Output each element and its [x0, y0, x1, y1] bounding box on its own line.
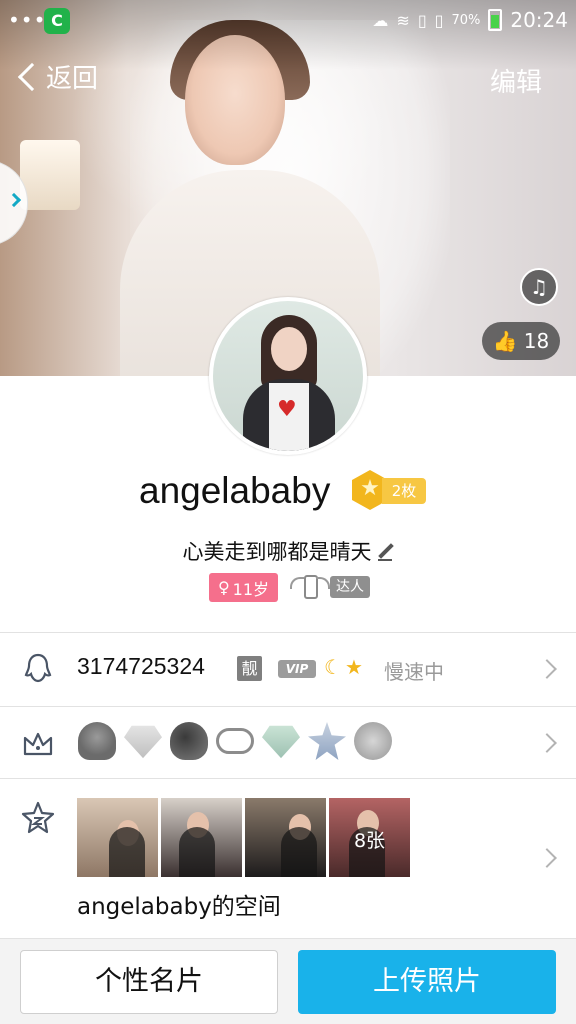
winged-phone-icon	[290, 571, 330, 603]
age-text: 11岁	[232, 579, 270, 599]
wing-left	[290, 577, 304, 589]
notification-dots-icon: •••	[8, 8, 47, 32]
music-button[interactable]: ♫	[520, 268, 558, 306]
photo-thumbnail[interactable]	[161, 798, 242, 877]
heart-icon: ♥	[277, 397, 297, 422]
medal-count[interactable]: 2枚	[382, 478, 426, 504]
music-note-icon: ♫	[530, 275, 548, 299]
vip-badge: VIP	[278, 660, 316, 678]
black-penguin-icon	[170, 722, 208, 760]
speed-status: 慢速中	[384, 660, 444, 684]
chevron-right-icon	[6, 192, 22, 208]
chevron-right-icon[interactable]	[537, 659, 557, 679]
age-badge: ♀ 11岁	[209, 573, 278, 602]
back-label: 返回	[46, 64, 99, 94]
qq-number: 3174725324	[77, 653, 205, 679]
diamond-icon	[124, 725, 162, 759]
photo-thumbnail[interactable]	[245, 798, 326, 877]
chevron-left-icon	[17, 62, 47, 91]
like-button[interactable]: 👍 18	[482, 322, 560, 360]
sim2-icon: ▯	[434, 10, 444, 30]
signature[interactable]: 心美走到哪都是晴天	[0, 536, 576, 566]
battery-icon	[488, 9, 503, 31]
divider	[0, 778, 576, 779]
photo-person	[179, 827, 215, 877]
cloud-icon	[216, 728, 254, 754]
lightning-icon	[354, 722, 392, 760]
gender-icon: ♀	[217, 578, 230, 597]
upload-photo-button[interactable]: 上传照片	[298, 950, 556, 1014]
penguin-icon	[20, 651, 56, 687]
chevron-right-icon[interactable]	[537, 848, 557, 868]
talent-badge[interactable]: 达人	[290, 571, 370, 603]
green-diamond-icon	[262, 725, 300, 759]
battery-percent: 70%	[451, 12, 481, 28]
status-bar: ••• C ☁ ≋ ▯ ▯ 70% 20:24	[0, 0, 576, 40]
pencil-icon	[377, 544, 394, 561]
avatar[interactable]: ♥	[209, 297, 367, 455]
liang-badge: 靓	[237, 656, 262, 681]
sim1-icon: ▯	[417, 10, 427, 30]
thumbs-up-icon: 👍	[492, 329, 518, 353]
weather-icon: ☁	[372, 10, 389, 30]
star-space-icon	[20, 800, 56, 836]
back-button[interactable]: 返回	[14, 58, 98, 95]
profile-card-button[interactable]: 个性名片	[20, 950, 278, 1014]
photo-strip[interactable]: 8张	[77, 798, 410, 877]
photo-thumbnail[interactable]: 8张	[329, 798, 410, 877]
chevron-right-icon[interactable]	[537, 733, 557, 753]
talent-tag: 达人	[330, 576, 370, 598]
avatar-face	[271, 327, 307, 371]
service-icons[interactable]	[78, 722, 392, 760]
star-icon: ★	[345, 655, 363, 679]
username: angelababy	[139, 470, 331, 511]
cover-lamp	[20, 140, 80, 210]
photo-person	[281, 827, 317, 877]
signature-text: 心美走到哪都是晴天	[182, 540, 372, 564]
wifi-icon: ≋	[396, 10, 410, 30]
app-notification-icon: C	[44, 8, 70, 34]
wing-right	[316, 577, 330, 589]
photo-thumbnail[interactable]	[77, 798, 158, 877]
penguin-badge-icon	[78, 722, 116, 760]
like-count: 18	[523, 329, 550, 353]
crown-icon	[20, 726, 56, 762]
divider	[0, 706, 576, 707]
status-right: ☁ ≋ ▯ ▯ 70% 20:24	[372, 8, 568, 32]
photo-count: 8张	[353, 830, 386, 852]
clock: 20:24	[510, 8, 568, 32]
star-badge-icon	[308, 722, 346, 760]
edit-button[interactable]: 编辑	[490, 62, 542, 99]
moon-icon: ☾	[324, 655, 342, 679]
space-title[interactable]: angelababy的空间	[77, 887, 281, 921]
photo-person	[109, 827, 145, 877]
divider	[0, 632, 576, 633]
